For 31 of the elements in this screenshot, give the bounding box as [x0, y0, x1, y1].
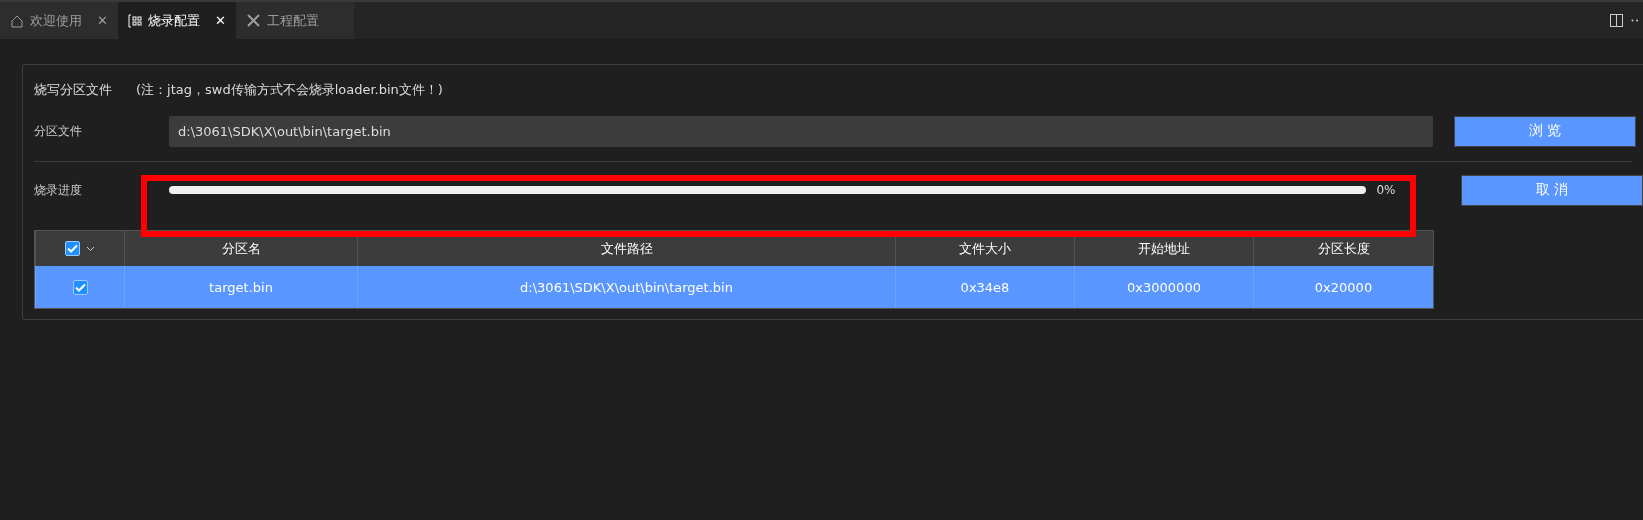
table-cell: 0x3000000 [1127, 279, 1201, 295]
table-cell: 0x34e8 [960, 279, 1010, 295]
progress-label: 烧录进度 [34, 181, 83, 199]
column-header: 开始地址 [1138, 239, 1190, 258]
close-icon[interactable]: ✕ [97, 13, 108, 28]
tab[interactable]: 欢迎使用 ✕ [0, 2, 118, 39]
chevron-down-icon[interactable] [86, 245, 95, 252]
close-icon[interactable]: ✕ [215, 13, 226, 28]
table-cell: target.bin [209, 279, 273, 295]
table-cell: 0x20000 [1314, 279, 1373, 295]
column-header: 分区长度 [1317, 239, 1370, 258]
split-editor-icon[interactable] [1610, 14, 1623, 27]
tab[interactable]: 工程配置 [236, 2, 354, 39]
column-header: 分区名 [221, 239, 261, 258]
flash-icon [128, 13, 142, 28]
cancel-button[interactable]: 取 消 [1461, 174, 1643, 206]
file-label: 分区文件 [34, 122, 83, 140]
row-checkbox[interactable] [72, 279, 88, 295]
table-cell: d:\3061\SDK\X\out\bin\target.bin [520, 279, 733, 295]
column-header: 文件大小 [959, 239, 1011, 258]
select-all-checkbox[interactable] [65, 241, 80, 256]
column-header: 文件路径 [600, 239, 653, 258]
table-row[interactable]: target.bin d:\3061\SDK\X\out\bin\target.bin 0x34e8 0x3000000 0x20000 [35, 266, 1433, 308]
progress-reading: 0% [1375, 183, 1397, 197]
note-text: (注：jtag，swd传输方式不会烧录loader.bin文件！) [136, 81, 443, 99]
browse-button[interactable]: 浏 览 [1454, 115, 1636, 147]
home-icon [10, 13, 24, 28]
more-icon[interactable] [1631, 19, 1639, 22]
tab[interactable]: 烧录配置 ✕ [118, 2, 236, 39]
file-path-field[interactable]: d:\3061\SDK\X\out\bin\target.bin [169, 115, 1433, 147]
section-title: 烧写分区文件 [34, 81, 112, 99]
